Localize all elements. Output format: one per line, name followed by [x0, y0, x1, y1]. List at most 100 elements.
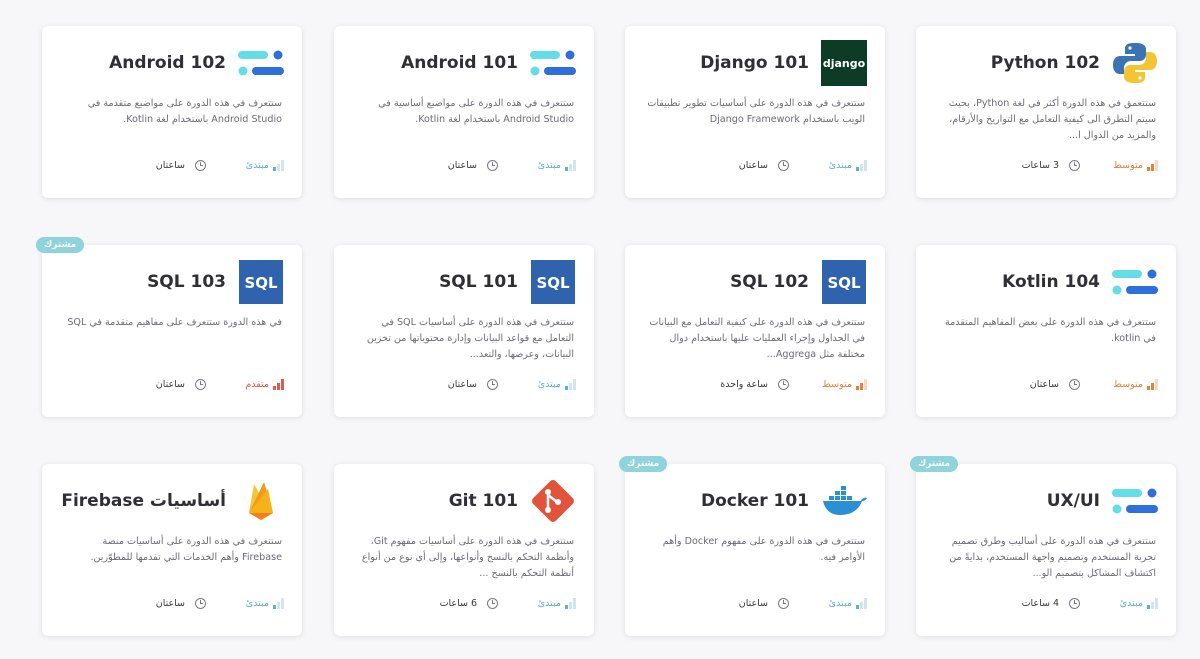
- course-description: ستتعرف في هذه الدورة على كيفية التعامل م…: [649, 317, 865, 360]
- course-level: مبتدئ: [206, 159, 284, 171]
- shared-badge: مشترك: [36, 237, 85, 253]
- level-bar: [273, 385, 276, 390]
- course-card-ux-ui[interactable]: مشترك UX/UI ستتعرف في هذه الدورة على أسا…: [910, 456, 1176, 636]
- course-duration: 3 ساعات: [1021, 159, 1080, 171]
- level-label: متوسط: [1113, 159, 1143, 171]
- course-level: مبتدئ: [206, 597, 284, 609]
- level-bars-icon: [565, 159, 576, 171]
- python-logo-icon: [1112, 40, 1158, 86]
- clock-icon: [195, 597, 206, 609]
- course-description: ستتعرف في هذه الدورة على مواضيع أساسية ف…: [378, 98, 574, 125]
- level-label: متوسط: [1113, 378, 1143, 390]
- course-duration: ساعتان: [155, 159, 206, 171]
- course-description: ستتعرف في هذه الدورة على أساسيات تطوير ت…: [647, 98, 865, 125]
- duration-text: ساعتان: [155, 159, 185, 171]
- clock-icon: [1069, 378, 1080, 390]
- course-description: ستتعرف في هذه الدورة على أساليب وطرق تصم…: [949, 536, 1156, 579]
- level-bar: [856, 604, 859, 609]
- course-level: مبتدئ: [498, 159, 576, 171]
- level-bars-icon: [1147, 378, 1158, 390]
- course-description: ستتعرف في هذه الدورة على أساسيات مفهوم G…: [361, 536, 574, 579]
- level-bar: [1151, 601, 1154, 609]
- firebase-logo-icon: [238, 478, 284, 524]
- course-card-kotlin-104[interactable]: Kotlin 104 ستتعرف في هذه الدورة على بعض …: [916, 245, 1176, 417]
- level-bar: [1147, 385, 1150, 390]
- course-title: SQL 102: [730, 272, 809, 292]
- svg-text:django: django: [823, 57, 866, 70]
- course-meta: متوسط 3 ساعات: [934, 156, 1158, 174]
- course-description: ستتعرف في هذه الدورة على بعض المفاهيم ال…: [944, 317, 1156, 344]
- course-description: ستتعرف في هذه الدورة على مفهوم Docker وأ…: [662, 536, 865, 563]
- clock-icon: [1069, 597, 1080, 609]
- clock-icon: [487, 597, 498, 609]
- clock-icon: [778, 159, 789, 171]
- level-bar: [864, 159, 867, 171]
- level-bar: [1147, 166, 1150, 171]
- level-label: مبتدئ: [245, 597, 269, 609]
- course-level: متوسط: [1080, 159, 1158, 171]
- level-bar: [565, 385, 568, 390]
- level-bar: [573, 597, 576, 609]
- sql-logo-icon: SQL: [238, 259, 284, 305]
- course-card-django-101[interactable]: django Django 101 ستتعرف في هذه الدورة ع…: [625, 26, 885, 198]
- course-meta: مبتدئ ساعتان: [352, 156, 576, 174]
- level-bar: [281, 159, 284, 171]
- duration-text: 3 ساعات: [1021, 159, 1059, 171]
- course-card-docker-101[interactable]: مشترك Docker 101 ستتعرف في هذه الدورة عل…: [619, 456, 885, 636]
- level-bar: [569, 601, 572, 609]
- kotlin-lines-logo-icon: [1112, 259, 1158, 305]
- course-card-sql-102[interactable]: SQL SQL 102 ستتعرف في هذه الدورة على كيف…: [625, 245, 885, 417]
- course-title: SQL 101: [439, 272, 518, 292]
- course-duration: ساعة واحدة: [720, 378, 789, 390]
- course-meta: متوسط ساعة واحدة: [643, 375, 867, 393]
- level-label: مبتدئ: [537, 378, 561, 390]
- shared-badge: مشترك: [910, 456, 959, 472]
- shared-badge: مشترك: [619, 456, 668, 472]
- level-bar: [273, 604, 276, 609]
- level-bar: [565, 604, 568, 609]
- course-title: Android 102: [109, 53, 226, 73]
- course-description: ستتعرف في هذه الدورة على أساسيات منصة Fi…: [90, 536, 282, 563]
- level-bar: [277, 601, 280, 609]
- level-bar: [1151, 382, 1154, 390]
- course-card-python-102[interactable]: Python 102 ستتعمق في هذه الدورة أكثر في …: [916, 26, 1176, 198]
- duration-text: ساعتان: [738, 597, 768, 609]
- course-level: مبتدئ: [498, 378, 576, 390]
- course-title: Django 101: [700, 53, 809, 73]
- course-meta: مبتدئ 4 ساعات: [934, 594, 1158, 612]
- level-bar: [1155, 159, 1158, 171]
- level-label: متقدم: [245, 378, 269, 390]
- level-bars-icon: [1147, 597, 1158, 609]
- level-label: مبتدئ: [1119, 597, 1143, 609]
- course-card-sql-101[interactable]: SQL SQL 101 ستتعرف في هذه الدورة على أسا…: [334, 245, 594, 417]
- level-bar: [860, 382, 863, 390]
- level-bar: [273, 166, 276, 171]
- level-label: مبتدئ: [828, 597, 852, 609]
- level-bar: [860, 601, 863, 609]
- clock-icon: [487, 159, 498, 171]
- course-duration: ساعتان: [156, 378, 206, 390]
- course-level: مبتدئ: [1080, 597, 1158, 609]
- kotlin-lines-logo-icon: [530, 40, 576, 86]
- kotlin-lines-logo-icon: [238, 40, 284, 86]
- course-card-android-101[interactable]: Android 101 ستتعرف في هذه الدورة على موا…: [334, 26, 594, 198]
- clock-icon: [487, 378, 498, 390]
- level-label: مبتدئ: [537, 597, 561, 609]
- course-title: Android 101: [401, 53, 518, 73]
- level-bar: [573, 378, 576, 390]
- level-bar: [1155, 597, 1158, 609]
- course-meta: مبتدئ ساعتان: [352, 375, 576, 393]
- level-label: مبتدئ: [537, 159, 561, 171]
- duration-text: ساعتان: [738, 159, 768, 171]
- course-card-git-101[interactable]: Git 101 ستتعرف في هذه الدورة على أساسيات…: [334, 464, 594, 636]
- course-duration: 4 ساعات: [1022, 597, 1080, 609]
- course-card-sql-103[interactable]: مشترك SQL SQL 103 في هذه الدورة ستتعرف ع…: [36, 237, 302, 417]
- sql-logo-icon: SQL: [530, 259, 576, 305]
- level-bars-icon: [856, 597, 867, 609]
- level-bar: [856, 166, 859, 171]
- git-logo-icon: [530, 478, 576, 524]
- course-card-firebase[interactable]: أساسيات Firebase ستتعرف في هذه الدورة عل…: [42, 464, 302, 636]
- level-bar: [281, 378, 284, 390]
- course-meta: مبتدئ 6 ساعات: [352, 594, 576, 612]
- course-card-android-102[interactable]: Android 102 ستتعرف في هذه الدورة على موا…: [42, 26, 302, 198]
